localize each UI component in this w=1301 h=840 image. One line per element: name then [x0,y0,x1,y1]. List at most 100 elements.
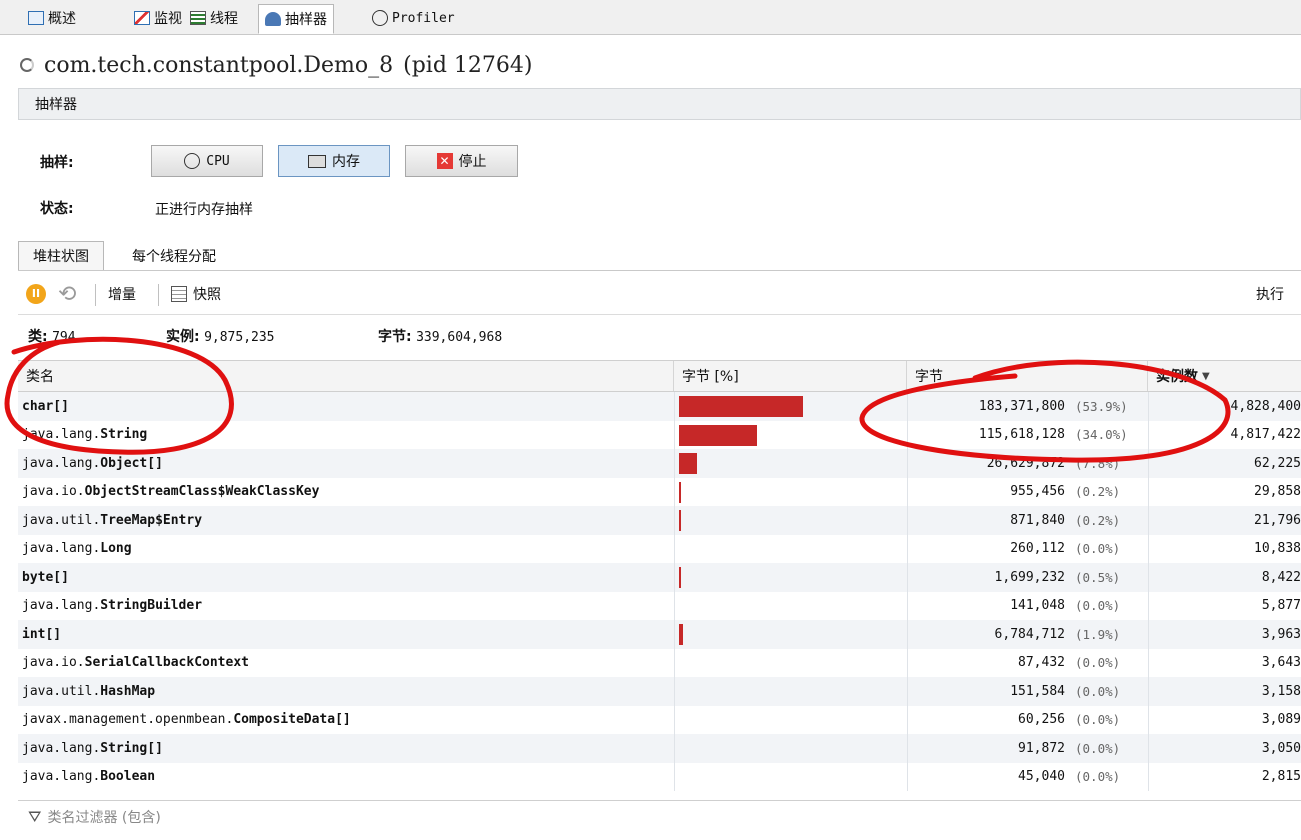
memory-chip-icon [308,154,326,168]
instances-cell: 3,158 [1148,677,1301,706]
section-header: 抽样器 [18,88,1301,120]
snapshot-button[interactable]: 快照 [171,282,221,306]
bytes-cell: 871,840 (0.2%) [907,506,1147,535]
table-body: char[] 183,371,800 (53.9%) 4,828,400 java.la… [18,392,1301,802]
bytes-percent-cell [674,648,906,677]
pause-icon: II [26,284,46,304]
table-row[interactable]: javax.management.openmbean. CompositeData… [18,705,1301,734]
class-name-cell: char[] [22,398,69,414]
bytes-percent-cell [674,762,906,791]
column-bytes[interactable]: 字节 [907,361,1148,391]
execute-button[interactable]: 执行 [1256,282,1284,306]
table-header: 类名 字节 [%] 字节 实例数 ▼ [18,361,1301,392]
bytes-percent-cell [674,392,906,421]
bytes-cell: 151,584 (0.0%) [907,677,1147,706]
class-filter-placeholder: 类名过滤器 (包含) [47,809,161,826]
tab-per-thread-allocation[interactable]: 每个线程分配 [118,241,230,270]
class-name-cell: java.util. HashMap [22,683,156,699]
refresh-button[interactable]: ⟲ [58,281,77,307]
view-tab-bar: 堆柱状图 每个线程分配 [18,240,1301,271]
cpu-button[interactable]: CPU [151,145,263,177]
class-name-cell: byte[] [22,569,69,585]
class-name-cell: java.lang. Object[] [22,455,163,471]
instance-count: 实例: 9,875,235 [166,329,275,345]
class-name-cell: int[] [22,626,62,642]
stop-button[interactable]: ✕ 停止 [405,145,518,177]
column-instances[interactable]: 实例数 ▼ [1148,361,1301,391]
tab-profiler[interactable]: Profiler [366,4,461,32]
bytes-percent-cell [674,449,906,478]
table-row[interactable]: java.lang. String[] 91,872 (0.0%) 3,050 [18,734,1301,763]
bytes-percent-cell [674,477,906,506]
table-row[interactable]: java.io. ObjectStreamClass$WeakClassKey 95… [18,477,1301,506]
refresh-icon: ⟲ [58,281,77,307]
toolbar-divider [158,284,159,306]
status-label: 状态: [40,201,74,217]
bytes-bar [679,453,697,474]
instances-cell: 2,815 [1148,762,1301,791]
instances-cell: 3,050 [1148,734,1301,763]
bytes-percent-cell [674,534,906,563]
loading-spinner-icon [20,58,34,72]
bytes-percent-cell [674,506,906,535]
column-class-name[interactable]: 类名 [18,361,674,391]
bytes-bar [679,481,681,503]
bytes-bar [679,424,757,446]
class-filter[interactable]: ⛛ 类名过滤器 (包含) [18,800,1301,832]
threads-icon [190,11,206,25]
monitor-icon [134,11,150,25]
tab-overview[interactable]: 概述 [22,4,82,32]
bytes-percent-cell [674,563,906,592]
pid-label: (pid 12764) [403,52,533,78]
table-row[interactable]: int[] 6,784,712 (1.9%) 3,963 [18,620,1301,649]
table-row[interactable]: java.lang. String 115,618,128 (34.0%) 4,817,… [18,420,1301,449]
table-row[interactable]: java.lang. Boolean 45,040 (0.0%) 2,815 [18,762,1301,791]
bytes-cell: 6,784,712 (1.9%) [907,620,1147,649]
app-title: com.tech.constantpool.Demo_8 [44,52,394,78]
tab-heap-histogram[interactable]: 堆柱状图 [18,241,104,270]
bytes-percent-cell [674,705,906,734]
table-row[interactable]: char[] 183,371,800 (53.9%) 4,828,400 [18,392,1301,421]
class-name-cell: java.io. ObjectStreamClass$WeakClassKey [22,484,320,500]
bytes-cell: 91,872 (0.0%) [907,734,1147,763]
bytes-bar [679,624,683,645]
bytes-bar [679,396,803,417]
bytes-cell: 26,629,872 (7.8%) [907,449,1147,478]
tab-threads[interactable]: 线程 [184,4,244,32]
memory-button[interactable]: 内存 [278,145,390,177]
class-name-cell: javax.management.openmbean. CompositeData… [22,712,351,728]
table-row[interactable]: java.util. HashMap 151,584 (0.0%) 3,158 [18,677,1301,706]
instances-cell: 4,828,400 [1148,392,1301,421]
instances-cell: 5,877 [1148,591,1301,620]
bytes-bar [679,510,681,531]
bytes-cell: 141,048 (0.0%) [907,591,1147,620]
delta-button[interactable]: 增量 [108,282,136,306]
class-name-cell: java.lang. StringBuilder [22,598,203,614]
table-row[interactable]: byte[] 1,699,232 (0.5%) 8,422 [18,563,1301,592]
tab-monitor[interactable]: 监视 [128,4,188,32]
sort-descending-icon: ▼ [1202,370,1210,382]
table-row[interactable]: java.lang. StringBuilder 141,048 (0.0%) 5,87… [18,591,1301,620]
instances-cell: 3,089 [1148,705,1301,734]
instances-cell: 3,963 [1148,620,1301,649]
table-row[interactable]: java.util. TreeMap$Entry 871,840 (0.2%) 21,7… [18,506,1301,535]
filter-icon: ⛛ [28,806,42,826]
bytes-cell: 115,618,128 (34.0%) [907,420,1147,449]
instances-cell: 3,643 [1148,648,1301,677]
window-title: com.tech.constantpool.Demo_8 (pid 12764) [20,48,532,82]
toolbar-divider [95,284,96,306]
bytes-cell: 45,040 (0.0%) [907,762,1147,791]
table-row[interactable]: java.lang. Object[] 26,629,872 (7.8%) 62,225 [18,449,1301,478]
bytes-percent-cell [674,734,906,763]
table-row[interactable]: java.io. SerialCallbackContext 87,432 (0.0%… [18,648,1301,677]
table-row[interactable]: java.lang. Long 260,112 (0.0%) 10,838 [18,534,1301,563]
instances-cell: 8,422 [1148,563,1301,592]
tab-sampler[interactable]: 抽样器 [258,4,334,34]
column-bytes-percent[interactable]: 字节 [%] [674,361,907,391]
class-name-cell: java.util. TreeMap$Entry [22,512,203,528]
bytes-percent-cell [674,591,906,620]
bytes-percent-cell [674,677,906,706]
pause-button[interactable]: II [26,282,46,306]
top-tab-bar: 概述 监视 线程 抽样器 Profiler [0,0,1301,35]
bytes-cell: 87,432 (0.0%) [907,648,1147,677]
